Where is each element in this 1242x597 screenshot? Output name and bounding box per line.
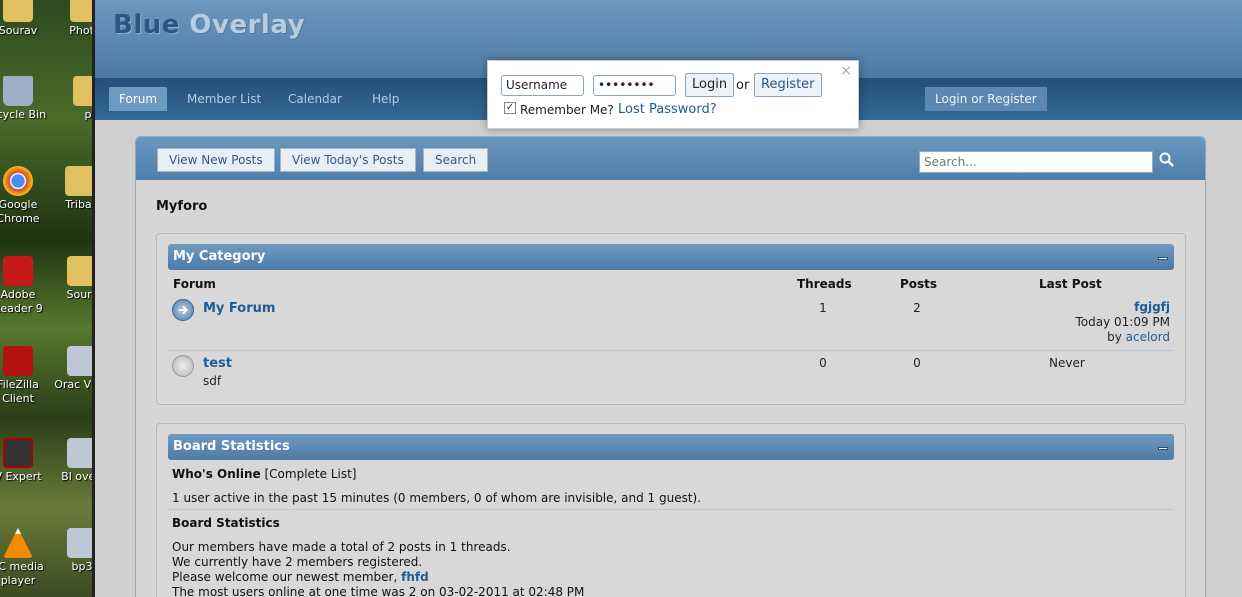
adobe-reader-icon [3, 256, 33, 286]
desktop-icon-recycle-bin[interactable]: ecycle Bin [0, 76, 48, 122]
login-button[interactable]: Login [685, 73, 735, 97]
desktop-icon-source[interactable]: Sourc [52, 256, 95, 302]
whos-online-row: Who's Online [Complete List] [172, 467, 357, 482]
search-icon[interactable] [1158, 151, 1176, 169]
column-posts: Posts [900, 277, 938, 291]
newest-member-link[interactable]: fhfd [401, 570, 429, 584]
search-input[interactable] [919, 151, 1153, 173]
desktop-icon-adobe-reader[interactable]: Adobe Reader 9 [0, 256, 48, 316]
tab-calendar[interactable]: Calendar [278, 87, 352, 111]
stats-newest-member-line: Please welcome our newest member, fhfd [172, 570, 429, 584]
stats-posts-line: Our members have made a total of 2 posts… [172, 540, 511, 554]
category-title[interactable]: My Category [173, 249, 265, 264]
board-stats-subheading: Board Statistics [172, 516, 280, 530]
folder-icon [67, 256, 95, 286]
last-post-never: Never [1049, 356, 1085, 370]
virtualbox-icon [67, 346, 95, 376]
tv-expert-icon [3, 438, 33, 468]
desktop-icon-virtualbox[interactable]: Orac Virtu [52, 346, 95, 392]
category-block: My Category Forum Threads Posts Last Pos… [156, 233, 1186, 405]
last-post-info: fgjgfj Today 01:09 PM by acelord [1075, 300, 1170, 345]
desktop-icon-bp3[interactable]: bp3 [52, 528, 95, 574]
desktop-icon-vlc[interactable]: LC media player [0, 528, 48, 588]
forum-no-new-posts-icon [172, 355, 194, 377]
tab-help[interactable]: Help [362, 87, 409, 111]
whos-online-label: Who's Online [172, 467, 261, 481]
collapse-icon[interactable] [1158, 257, 1168, 260]
forum-threads-count: 0 [819, 356, 827, 370]
username-field[interactable]: Username [501, 75, 584, 96]
folder-icon [3, 0, 33, 22]
lost-password-link[interactable]: Lost Password? [618, 102, 717, 117]
desktop-sidebar: Sourav Photo ecycle Bin p Google Chrome … [0, 0, 95, 597]
column-threads: Threads [797, 277, 852, 291]
desktop-icon-photo[interactable]: Photo [55, 0, 95, 38]
last-post-time: Today 01:09 PM [1075, 315, 1170, 329]
board-statistics-block: Board Statistics Who's Online [Complete … [156, 423, 1186, 597]
recycle-bin-icon [3, 76, 33, 106]
remember-me-checkbox[interactable]: ✓ [504, 102, 516, 114]
desktop-icon-tv-expert[interactable]: V Expert [0, 438, 48, 484]
folder-icon [73, 76, 95, 106]
forum-new-posts-icon [172, 299, 194, 321]
login-popup: × Username •••••••• Login or Register ✓ … [487, 60, 859, 129]
breadcrumb[interactable]: Myforo [156, 199, 207, 214]
forum-posts-count: 2 [913, 301, 921, 315]
chrome-icon [3, 166, 33, 196]
archive-icon [67, 438, 95, 468]
close-icon[interactable]: × [840, 64, 852, 78]
folder-icon [65, 166, 95, 196]
register-button[interactable]: Register [754, 73, 822, 97]
filezilla-icon [3, 346, 33, 376]
last-post-user-link[interactable]: acelord [1126, 330, 1170, 344]
forum-link-test[interactable]: test [203, 356, 232, 371]
remember-me-label: Remember Me? [520, 103, 614, 117]
column-last-post: Last Post [1039, 277, 1102, 291]
tab-forum[interactable]: Forum [109, 87, 168, 111]
forum-link-my-forum[interactable]: My Forum [203, 301, 275, 316]
tab-member-list[interactable]: Member List [177, 87, 271, 111]
stats-max-online-line: The most users online at one time was 2 … [172, 585, 585, 597]
last-post-by: by [1107, 330, 1122, 344]
row-divider [168, 350, 1174, 351]
forum-threads-count: 1 [819, 301, 827, 315]
forum-description: sdf [203, 374, 222, 388]
desktop-icon-sourav[interactable]: Sourav [0, 0, 48, 38]
desktop-icon-p[interactable]: p [58, 76, 95, 122]
vlc-icon [3, 528, 33, 558]
stats-members-line: We currently have 2 members registered. [172, 555, 423, 569]
active-users-text: 1 user active in the past 15 minutes (0 … [172, 491, 702, 505]
desktop-icon-filezilla[interactable]: FileZilla Client [0, 346, 48, 406]
column-forum: Forum [173, 277, 216, 291]
stats-title: Board Statistics [173, 439, 290, 454]
complete-list-link[interactable]: [Complete List] [265, 467, 357, 481]
main-panel: View New Posts View Today's Posts Search… [135, 136, 1206, 597]
category-header: My Category [168, 244, 1174, 270]
stats-divider [168, 509, 1174, 510]
collapse-icon[interactable] [1158, 447, 1168, 450]
or-text: or [736, 78, 750, 93]
search-button[interactable]: Search [423, 148, 489, 172]
desktop-icon-blue-overlay[interactable]: Bl overl [52, 438, 95, 484]
folder-icon [70, 0, 95, 22]
view-new-posts-button[interactable]: View New Posts [157, 148, 275, 172]
password-field[interactable]: •••••••• [593, 75, 676, 96]
file-icon [67, 528, 95, 558]
desktop-icon-tribal[interactable]: Tribal [50, 166, 95, 212]
last-post-title-link[interactable]: fgjgfj [1075, 300, 1170, 315]
site-logo[interactable]: Blue Overlay [113, 10, 305, 40]
forum-posts-count: 0 [913, 356, 921, 370]
stats-header: Board Statistics [168, 434, 1174, 460]
tab-login-register[interactable]: Login or Register [925, 87, 1047, 111]
view-todays-posts-button[interactable]: View Today's Posts [280, 148, 416, 172]
toolbar: View New Posts View Today's Posts Search [136, 137, 1205, 180]
desktop-icon-chrome[interactable]: Google Chrome [0, 166, 48, 226]
